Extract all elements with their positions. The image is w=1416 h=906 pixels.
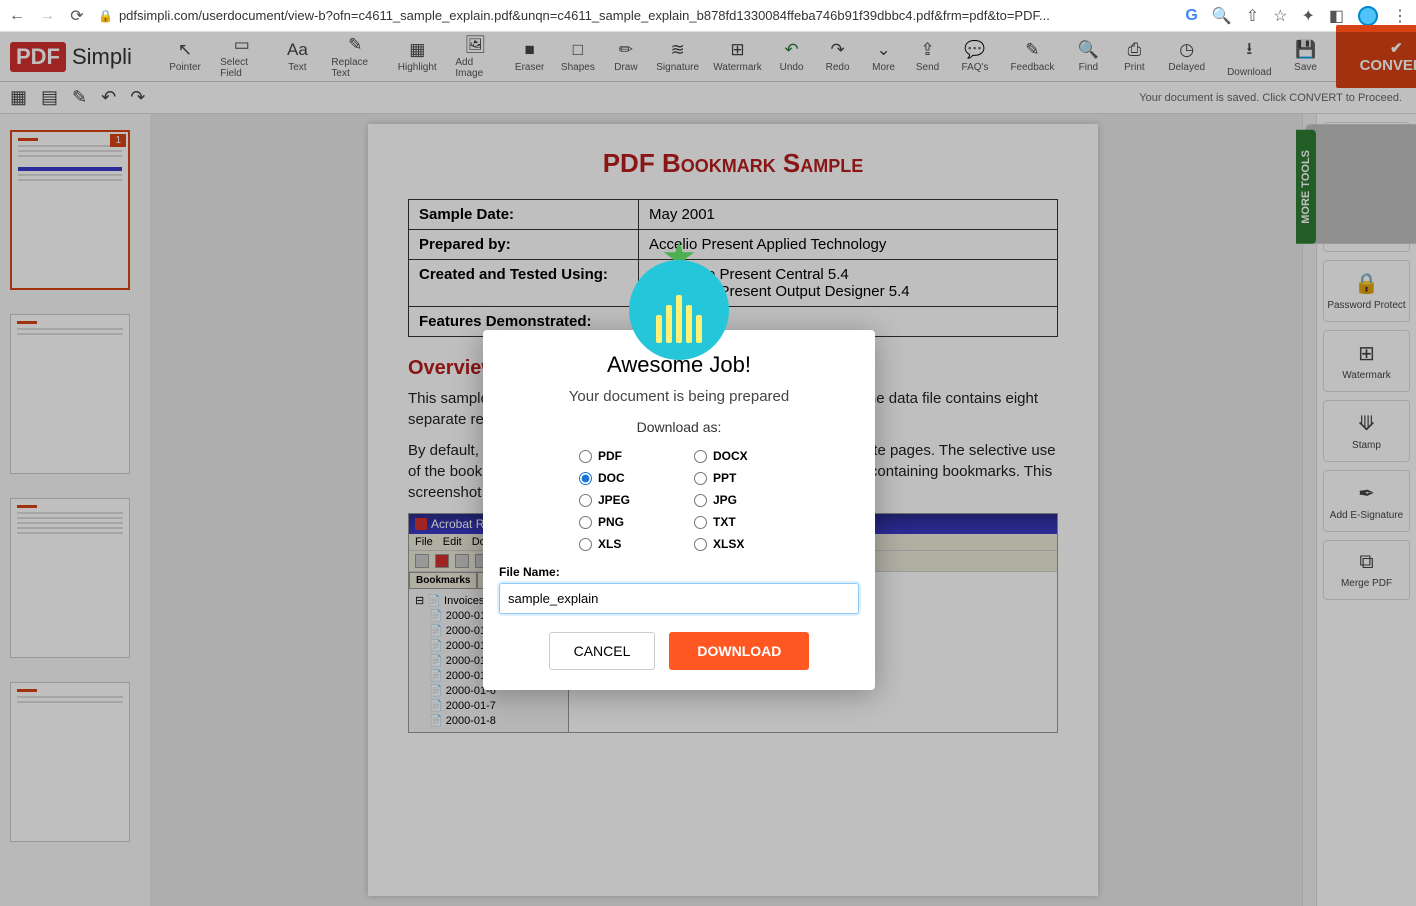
forward-button[interactable]: → — [38, 7, 56, 25]
download-as-label: Download as: — [499, 419, 859, 435]
format-xls[interactable]: XLS — [579, 537, 664, 551]
browser-chrome: ← → ⟳ 🔒 pdfsimpli.com/userdocument/view-… — [0, 0, 1416, 32]
extensions-icon[interactable]: ✦ — [1301, 6, 1314, 26]
profile-avatar[interactable] — [1358, 6, 1378, 26]
url-text: pdfsimpli.com/userdocument/view-b?ofn=c4… — [119, 8, 1050, 23]
back-button[interactable]: ← — [8, 7, 26, 25]
filename-input[interactable] — [499, 583, 859, 614]
share-icon[interactable]: ⇧ — [1246, 6, 1259, 26]
filename-label: File Name: — [499, 565, 859, 579]
panel-icon[interactable]: ◧ — [1329, 6, 1344, 26]
format-options: PDF DOCX DOC PPT JPEG JPG PNG TXT XLS XLSX — [499, 449, 859, 565]
format-jpeg[interactable]: JPEG — [579, 493, 664, 507]
format-txt[interactable]: TXT — [694, 515, 779, 529]
format-jpg[interactable]: JPG — [694, 493, 779, 507]
success-badge — [629, 260, 729, 360]
format-xlsx[interactable]: XLSX — [694, 537, 779, 551]
format-ppt[interactable]: PPT — [694, 471, 779, 485]
modal-subtitle: Your document is being prepared — [499, 388, 859, 405]
download-modal: ★ ★ ★ Awesome Job! Your document is bein… — [483, 330, 875, 690]
google-icon[interactable]: G — [1185, 7, 1197, 25]
cancel-button[interactable]: CANCEL — [549, 632, 656, 670]
format-pdf[interactable]: PDF — [579, 449, 664, 463]
address-bar[interactable]: 🔒 pdfsimpli.com/userdocument/view-b?ofn=… — [98, 8, 1173, 23]
format-png[interactable]: PNG — [579, 515, 664, 529]
format-doc[interactable]: DOC — [579, 471, 664, 485]
star-icon[interactable]: ☆ — [1273, 6, 1287, 26]
download-button[interactable]: DOWNLOAD — [669, 632, 809, 670]
lock-icon: 🔒 — [98, 9, 113, 23]
format-docx[interactable]: DOCX — [694, 449, 779, 463]
reload-button[interactable]: ⟳ — [68, 7, 86, 25]
zoom-icon[interactable]: 🔍 — [1212, 6, 1232, 26]
menu-icon[interactable]: ⋮ — [1392, 6, 1408, 26]
